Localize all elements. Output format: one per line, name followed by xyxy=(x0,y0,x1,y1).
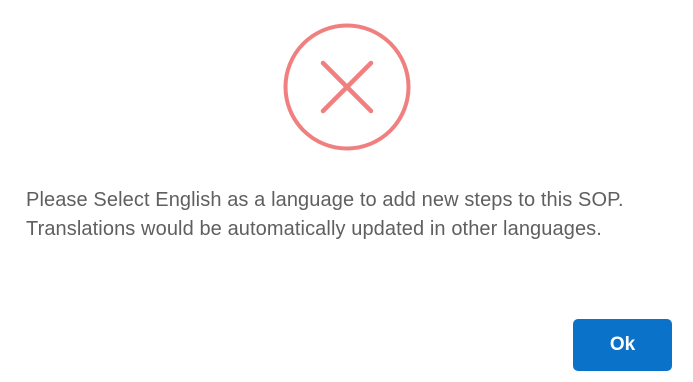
error-icon xyxy=(281,21,413,153)
ok-button[interactable]: Ok xyxy=(573,319,672,371)
dialog-message: Please Select English as a language to a… xyxy=(26,189,624,240)
error-x-circle-icon xyxy=(283,23,411,151)
error-dialog: Please Select English as a language to a… xyxy=(0,0,693,382)
